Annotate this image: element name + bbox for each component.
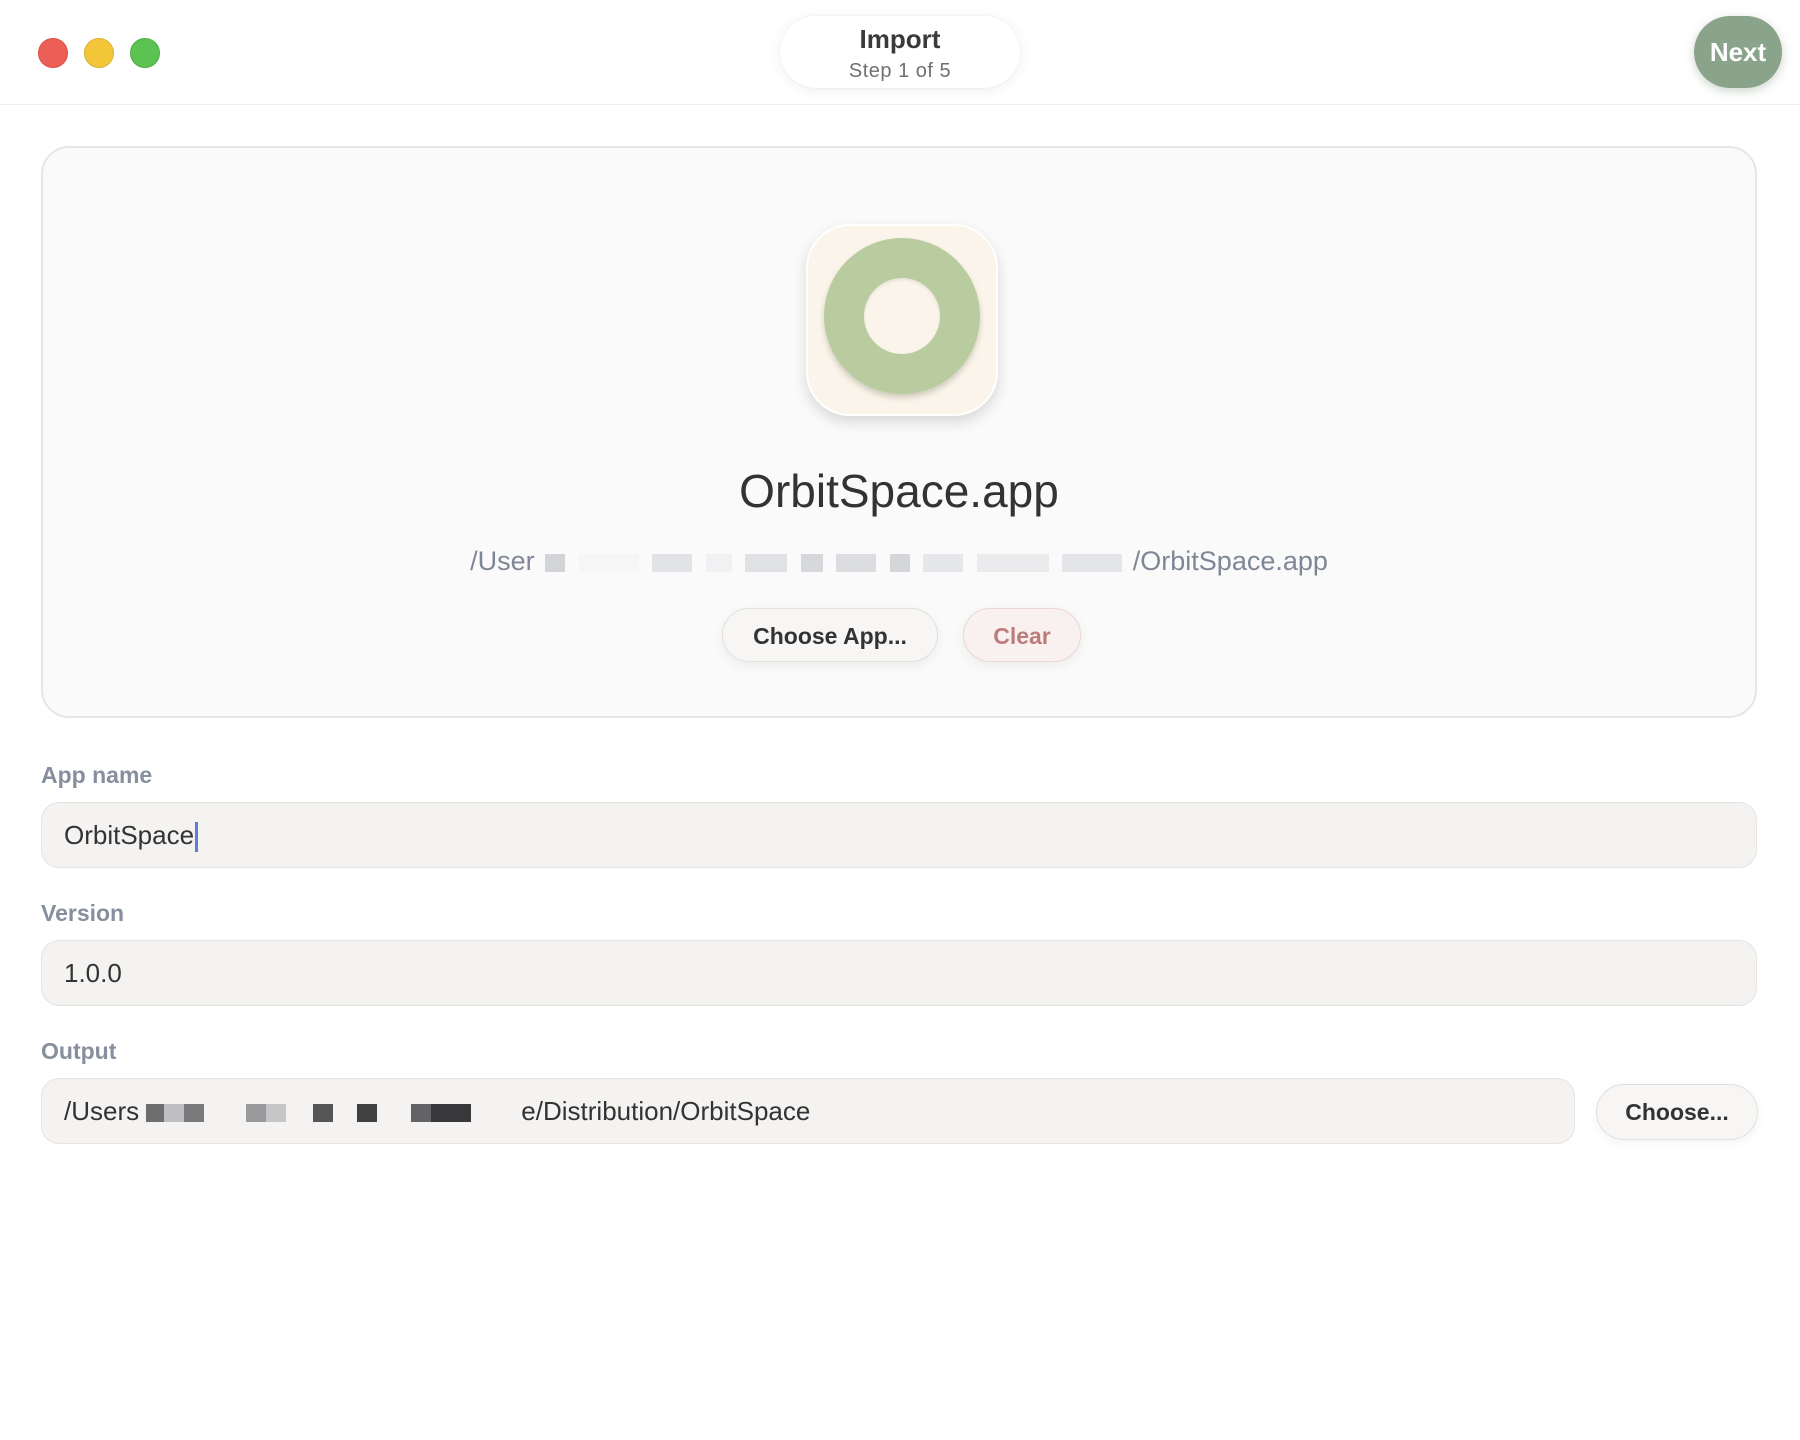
redacted-path-segment <box>889 553 910 572</box>
redacted-path-segment <box>411 1104 432 1123</box>
page-title: Import <box>859 24 941 54</box>
app-drop-card[interactable]: OrbitSpace.app /User /OrbitSpace.app Cho… <box>41 146 1757 718</box>
redacted-path-segment <box>976 553 1049 572</box>
redacted-path-segment <box>923 553 964 572</box>
redacted-path-segment <box>312 1104 333 1123</box>
redacted-path-segment <box>184 1104 205 1123</box>
redacted-path-segment <box>357 1104 378 1123</box>
redacted-path-segment <box>265 1104 286 1123</box>
redacted-path-segment <box>245 1104 266 1123</box>
icon-ring-hole <box>864 278 940 354</box>
redacted-path-segment <box>146 1104 165 1123</box>
version-field[interactable]: 1.0.0 <box>41 940 1757 1006</box>
step-indicator: Import Step 1 of 5 <box>780 16 1020 88</box>
redacted-path-segment <box>800 553 823 572</box>
redacted-path-segment <box>164 1104 185 1123</box>
selected-app-path: /User /OrbitSpace.app <box>43 546 1755 582</box>
next-button[interactable]: Next <box>1694 16 1782 88</box>
redacted-path-segment <box>1062 553 1123 572</box>
selected-app-name: OrbitSpace.app <box>739 465 1059 517</box>
redacted-path-segment <box>705 553 732 572</box>
minimize-window-button[interactable] <box>84 38 114 68</box>
version-label: Version <box>41 900 125 926</box>
output-path-suffix: e/Distribution/OrbitSpace <box>521 1096 811 1126</box>
version-value: 1.0.0 <box>64 958 122 988</box>
app-name-label: App name <box>41 762 153 788</box>
choose-app-button[interactable]: Choose App... <box>722 608 938 662</box>
titlebar: Import Step 1 of 5 Next <box>0 0 1800 105</box>
redacted-path-segment <box>836 553 877 572</box>
zoom-window-button[interactable] <box>130 38 160 68</box>
import-window: Import Step 1 of 5 Next OrbitSpace.app /… <box>0 0 1800 1440</box>
close-window-button[interactable] <box>38 38 68 68</box>
app-path-suffix: /OrbitSpace.app <box>1132 546 1328 576</box>
orbit-ring-icon <box>806 224 998 416</box>
text-caret <box>195 822 199 853</box>
redacted-path-segment <box>431 1104 472 1123</box>
choose-output-button[interactable]: Choose... <box>1596 1084 1758 1140</box>
clear-button[interactable]: Clear <box>963 608 1081 662</box>
app-path-prefix: /User <box>470 546 535 576</box>
redacted-path-segment <box>652 553 693 572</box>
output-path-field[interactable]: /Users e/Distribution/OrbitSpace <box>41 1078 1575 1144</box>
app-name-field[interactable]: OrbitSpace <box>41 802 1757 868</box>
output-label: Output <box>41 1038 117 1064</box>
app-name-value: OrbitSpace <box>64 820 195 850</box>
step-counter: Step 1 of 5 <box>848 60 952 82</box>
redacted-path-segment <box>745 553 788 572</box>
output-path-prefix: /Users <box>64 1096 140 1126</box>
redacted-path-segment <box>578 553 639 572</box>
redacted-path-segment <box>545 553 566 572</box>
icon-ring <box>824 238 980 394</box>
